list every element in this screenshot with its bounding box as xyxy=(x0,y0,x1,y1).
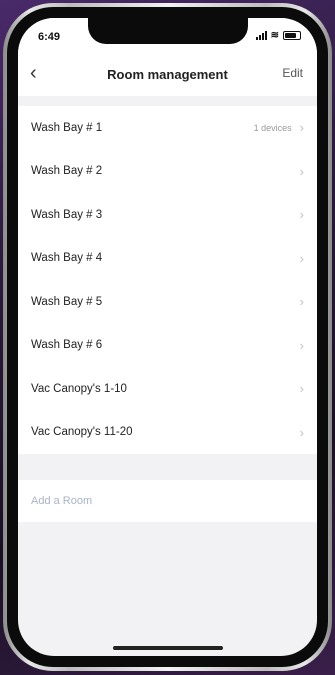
phone-frame: 6:49 ≋ ‹ Room management Edit Wash Bay #… xyxy=(3,3,332,671)
battery-icon xyxy=(283,31,301,40)
add-room-label: Add a Room xyxy=(31,495,93,507)
home-indicator xyxy=(112,646,223,650)
list-item[interactable]: Vac Canopy's 1-10 › xyxy=(18,367,317,411)
chevron-right-icon: › xyxy=(299,424,304,440)
chevron-right-icon: › xyxy=(299,294,304,310)
room-name: Wash Bay # 4 xyxy=(31,252,103,265)
room-name: Wash Bay # 3 xyxy=(31,208,103,221)
list-item[interactable]: Wash Bay # 2 › xyxy=(18,150,317,194)
room-name: Wash Bay # 5 xyxy=(31,295,103,308)
status-time: 6:49 xyxy=(38,31,61,43)
add-room-button[interactable]: Add a Room xyxy=(18,480,317,522)
list-item[interactable]: Wash Bay # 1 1 devices › xyxy=(18,106,317,150)
page-title: Room management xyxy=(107,66,228,82)
room-name: Wash Bay # 2 xyxy=(31,165,103,178)
room-name: Wash Bay # 6 xyxy=(31,339,103,352)
chevron-right-icon: › xyxy=(299,120,304,136)
phone-bezel: 6:49 ≋ ‹ Room management Edit Wash Bay #… xyxy=(7,7,328,667)
list-item[interactable]: Wash Bay # 5 › xyxy=(18,280,317,324)
chevron-right-icon: › xyxy=(299,337,304,353)
room-name: Vac Canopy's 1-10 xyxy=(31,382,127,395)
signal-icon xyxy=(255,31,267,40)
room-name: Vac Canopy's 11-20 xyxy=(31,426,133,439)
status-icons: ≋ xyxy=(255,30,301,41)
screen: 6:49 ≋ ‹ Room management Edit Wash Bay #… xyxy=(18,18,317,656)
edit-button[interactable]: Edit xyxy=(282,66,303,80)
device-count: 1 devices xyxy=(253,122,292,133)
list-item[interactable]: Vac Canopy's 11-20 › xyxy=(18,411,317,455)
list-item[interactable]: Wash Bay # 4 › xyxy=(18,237,317,281)
nav-bar: ‹ Room management Edit xyxy=(18,52,317,96)
chevron-right-icon: › xyxy=(299,250,304,266)
chevron-right-icon: › xyxy=(299,207,304,223)
room-name: Wash Bay # 1 xyxy=(31,121,103,134)
chevron-right-icon: › xyxy=(299,163,304,179)
wifi-icon: ≋ xyxy=(270,30,279,41)
list-item[interactable]: Wash Bay # 6 › xyxy=(18,324,317,368)
chevron-left-icon[interactable]: ‹ xyxy=(30,62,37,84)
chevron-right-icon: › xyxy=(299,381,304,397)
list-item[interactable]: Wash Bay # 3 › xyxy=(18,193,317,237)
room-list: Wash Bay # 1 1 devices › Wash Bay # 2 › … xyxy=(18,106,317,454)
notch xyxy=(87,18,248,44)
